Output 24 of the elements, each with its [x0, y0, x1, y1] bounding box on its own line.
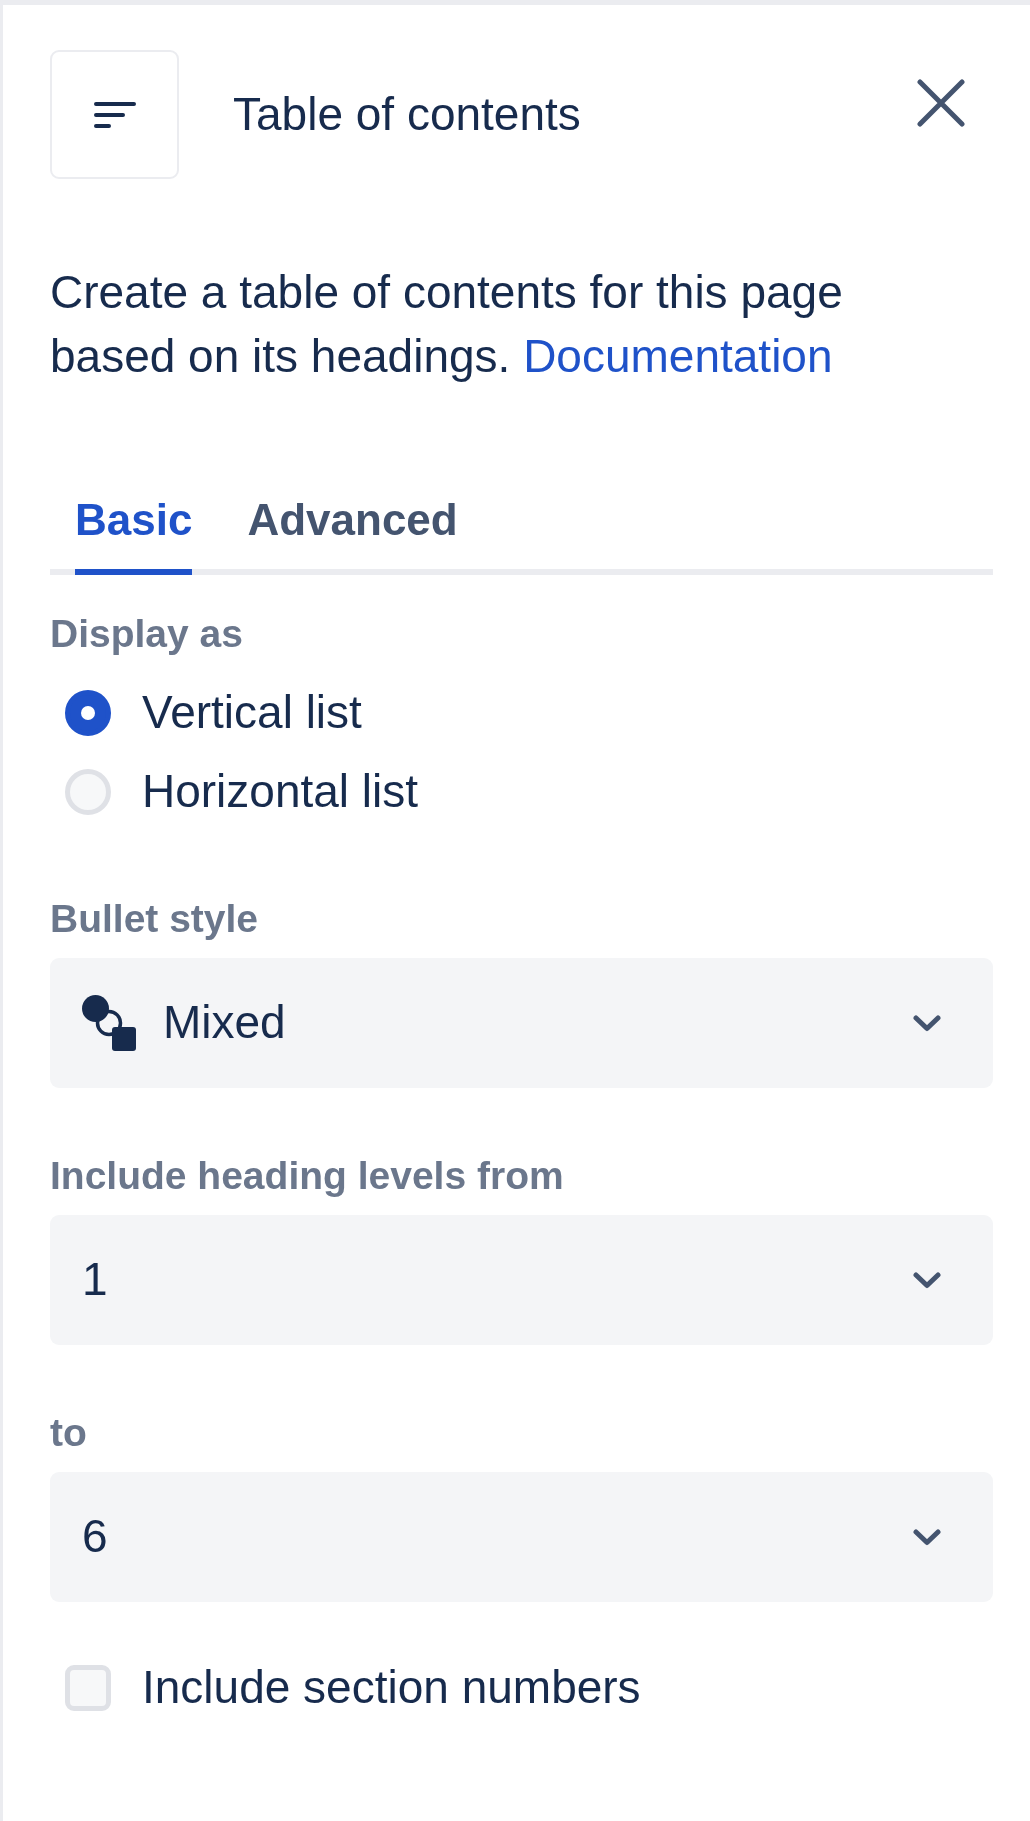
tab[interactable]: Advanced	[247, 494, 458, 575]
list-lines-icon	[50, 50, 179, 179]
select-field[interactable]: Mixed	[50, 958, 993, 1088]
bullet-shapes-icon	[82, 995, 136, 1051]
field-label: Bullet style	[50, 896, 260, 942]
radio-button[interactable]	[65, 689, 111, 736]
close-button[interactable]	[917, 79, 965, 127]
tab[interactable]: Basic	[75, 494, 193, 575]
chevron-down-icon	[913, 1271, 941, 1289]
chevron-down-icon	[913, 1014, 941, 1032]
chevron-down-icon	[913, 1528, 941, 1546]
select-field[interactable]: 6	[50, 1472, 993, 1602]
field-label: Display as	[50, 611, 244, 657]
close-icon	[917, 79, 965, 127]
panel-title: Table of contents	[233, 86, 581, 142]
option-label: Vertical list	[142, 684, 362, 740]
field-label: to	[50, 1410, 88, 1456]
select-field[interactable]: 1	[50, 1215, 993, 1345]
documentation-link[interactable]: Documentation	[523, 330, 833, 382]
option-label: Horizontal list	[142, 763, 419, 819]
description-text: Create a table of contents for this page based on its headings. Documentation	[50, 265, 844, 384]
checkbox-label: Include section numbers	[142, 1659, 641, 1715]
field-label: Include heading levels from	[50, 1153, 565, 1199]
checkbox[interactable]	[65, 1664, 111, 1711]
